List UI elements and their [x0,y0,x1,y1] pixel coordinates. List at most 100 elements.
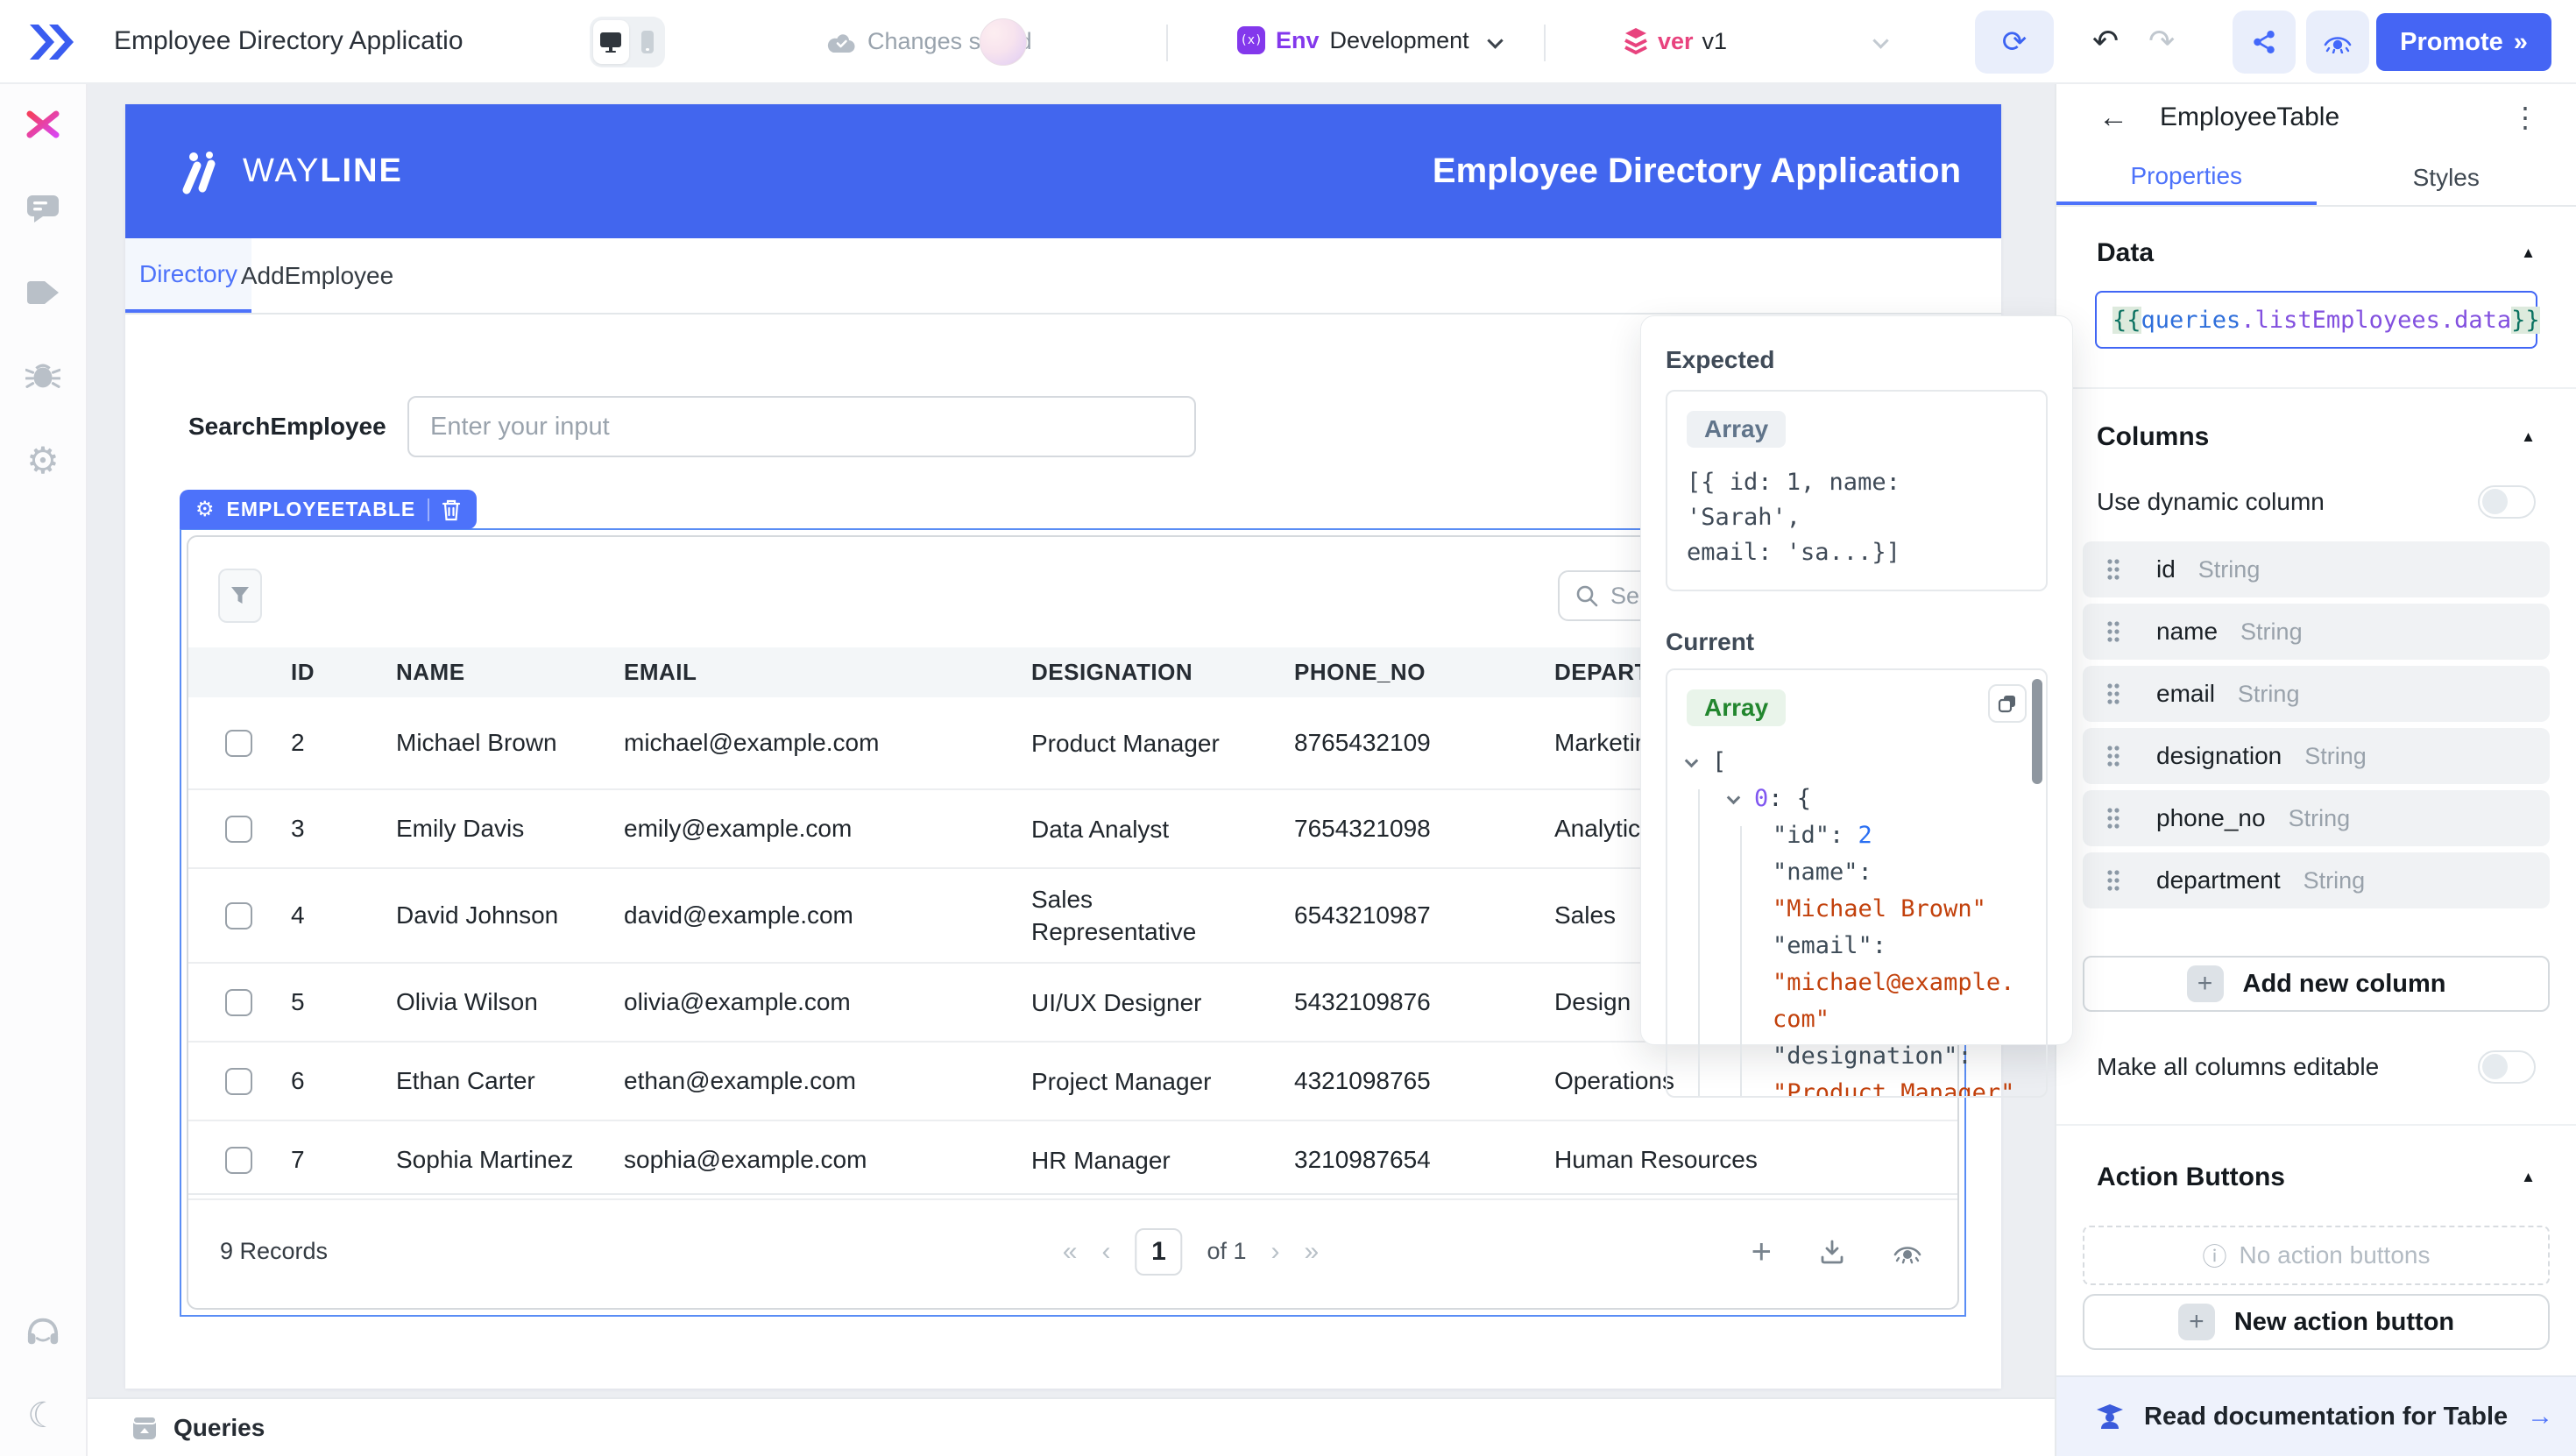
documentation-link[interactable]: Read documentation for Table → [2056,1375,2576,1456]
mobile-view-button[interactable] [634,20,662,64]
chevron-down-icon[interactable] [1487,32,1503,48]
sidebar-item-pages[interactable] [25,275,60,310]
version-selector[interactable]: ver v1 [1623,26,1727,56]
tab-properties[interactable]: Properties [2056,151,2317,205]
chevrons-right-icon: » [2514,28,2528,57]
refresh-button[interactable]: ⟳ [1975,11,2054,74]
row-checkbox[interactable] [225,730,252,757]
drag-handle-icon[interactable] [2105,744,2121,768]
current-page-input[interactable]: 1 [1135,1228,1182,1276]
sidebar-item-settings[interactable]: ⚙ [25,443,60,478]
share-button[interactable] [2233,11,2296,74]
drag-handle-icon[interactable] [2105,868,2121,893]
columns-section-header[interactable]: Columns ▲ [2056,422,2576,452]
promote-button[interactable]: Promote » [2376,13,2551,71]
search-employee-input[interactable] [407,396,1196,457]
last-page-button[interactable]: » [1305,1237,1320,1267]
use-dynamic-column-toggle[interactable] [2478,485,2536,519]
column-item-phone-no[interactable]: phone_no String [2083,790,2550,846]
json-key: "designation": [1773,1043,1972,1070]
column-header[interactable]: NAME [396,659,624,686]
add-row-button[interactable]: + [1752,1234,1772,1269]
current-type-badge: Array [1687,689,1786,726]
env-label: Env [1276,27,1320,54]
expander-icon[interactable] [1727,791,1741,805]
column-item-designation[interactable]: designation String [2083,728,2550,784]
arrow-right-icon: → [2527,1402,2553,1431]
json-string: "Michael Brown" [1773,895,1986,922]
first-page-button[interactable]: « [1063,1237,1078,1267]
column-header[interactable]: EMAIL [624,659,1031,686]
column-header[interactable]: ID [291,659,396,686]
add-new-column-button[interactable]: + Add new column [2083,956,2550,1012]
environment-selector[interactable]: (x) Env Development [1237,26,1469,54]
column-item-department[interactable]: department String [2083,852,2550,908]
widget-selection-badge[interactable]: ⚙ EMPLOYEETABLE [180,490,477,529]
sidebar-item-canvas[interactable] [25,107,60,142]
next-page-button[interactable]: › [1271,1237,1280,1267]
new-action-button[interactable]: + New action button [2083,1294,2550,1350]
undo-button[interactable]: ↶ [2092,23,2119,60]
avatar[interactable] [980,18,1027,66]
row-checkbox[interactable] [225,902,252,929]
trash-icon[interactable] [442,498,461,521]
gear-icon[interactable]: ⚙ [195,497,215,522]
drag-handle-icon[interactable] [2105,806,2121,830]
column-item-name[interactable]: name String [2083,604,2550,660]
sidebar-item-inspector[interactable] [25,191,60,226]
brand-x-icon [26,110,60,138]
download-icon[interactable] [1819,1239,1845,1265]
drag-handle-icon[interactable] [2105,619,2121,644]
brand: WAYLINE [174,146,403,197]
queries-panel-bar[interactable]: Queries [88,1397,2055,1456]
tab-directory[interactable]: Directory [125,238,251,313]
redo-button[interactable]: ↷ [2148,23,2175,60]
action-buttons-section-header[interactable]: Action Buttons ▲ [2056,1163,2576,1192]
chevron-down-icon[interactable] [1872,32,1888,48]
sidebar-item-debugger[interactable] [25,359,60,394]
tab-styles[interactable]: Styles [2317,151,2576,205]
table-filter-button[interactable] [218,569,262,623]
back-button[interactable]: ← [2098,101,2128,135]
table-data-input[interactable]: {{queries.listEmployees.data}} [2095,291,2537,349]
expander-icon[interactable] [1685,754,1699,768]
cell-phone: 8765432109 [1294,729,1554,757]
data-section-header[interactable]: Data ▲ [2056,238,2576,268]
collapse-icon[interactable]: ▲ [2521,1169,2536,1186]
row-checkbox[interactable] [225,1068,252,1095]
drag-handle-icon[interactable] [2105,682,2121,706]
bug-icon [25,362,60,392]
row-checkbox[interactable] [225,1147,252,1174]
scrollbar-thumb[interactable] [2032,679,2042,784]
column-item-email[interactable]: email String [2083,666,2550,722]
tab-add-employee[interactable]: AddEmployee [251,238,383,313]
column-header[interactable]: PHONE_NO [1294,659,1554,686]
make-editable-toggle[interactable] [2478,1050,2536,1084]
json-line[interactable]: 0: { [1687,781,2027,817]
columns-list: id String name String email String desig… [2083,541,2550,908]
collapse-icon[interactable]: ▲ [2521,428,2536,446]
theme-toggle[interactable]: ☾ [25,1398,60,1433]
cell-id: 6 [291,1067,396,1095]
eye-icon[interactable] [1893,1240,1922,1264]
column-header[interactable]: DESIGNATION [1031,659,1294,686]
copy-button[interactable] [1988,684,2027,723]
expected-preview: [{ id: 1, name: 'Sarah', email: 'sa...}] [1687,465,2027,570]
cell-phone: 7654321098 [1294,815,1554,843]
column-item-id[interactable]: id String [2083,541,2550,597]
collapse-icon[interactable]: ▲ [2521,244,2536,262]
drag-handle-icon[interactable] [2105,557,2121,582]
prev-page-button[interactable]: ‹ [1101,1237,1110,1267]
sidebar-item-support[interactable] [25,1314,60,1349]
row-checkbox[interactable] [225,816,252,843]
json-line[interactable]: [ [1687,744,2027,781]
app-header-banner: WAYLINE Employee Directory Application [125,104,2001,238]
code-queries: queries [2141,307,2241,334]
expected-box: Array [{ id: 1, name: 'Sarah', email: 's… [1666,390,2048,591]
kebab-menu-button[interactable]: ⋮ [2511,101,2539,134]
preview-button[interactable] [2306,11,2369,74]
table-row[interactable]: 7 Sophia Martinez sophia@example.com HR … [188,1121,1957,1200]
app-builder-logo-icon[interactable] [26,21,77,63]
row-checkbox[interactable] [225,989,252,1016]
desktop-view-button[interactable] [593,20,629,64]
